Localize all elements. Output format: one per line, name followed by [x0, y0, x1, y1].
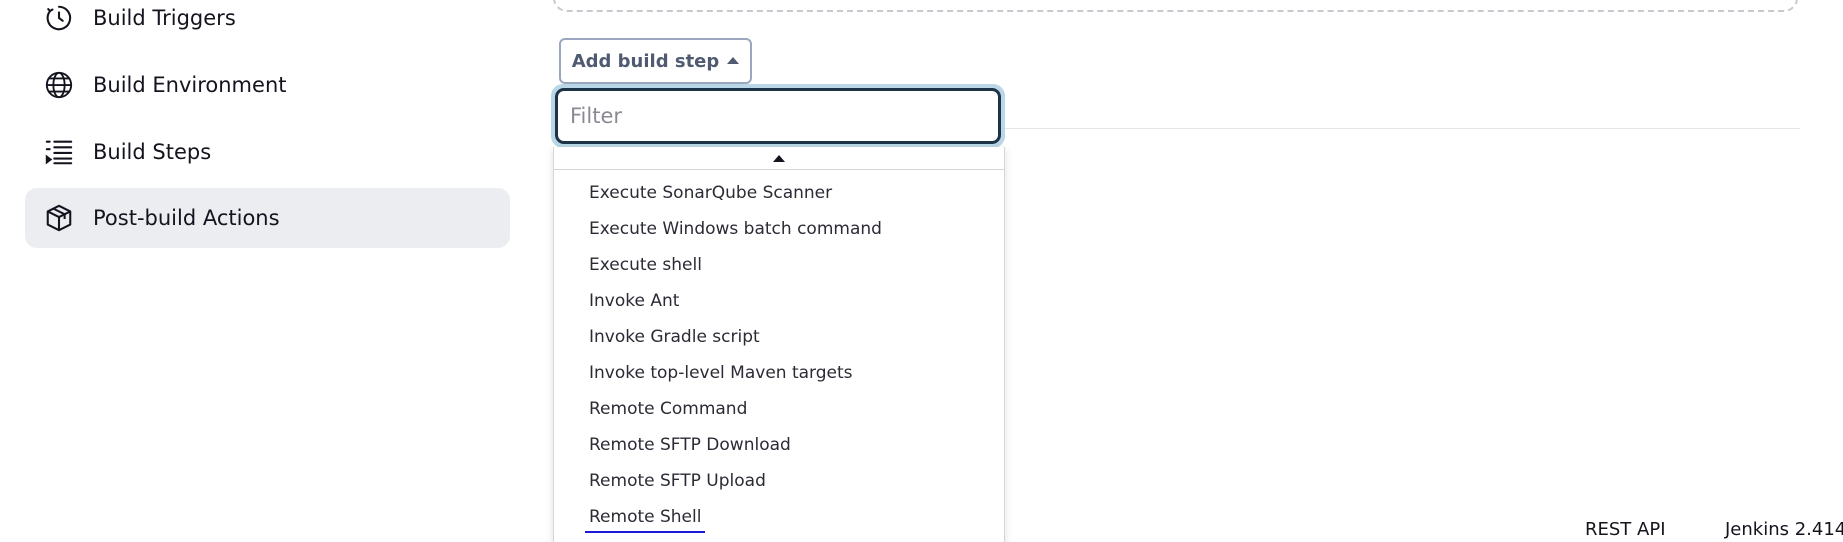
sidebar-item-label: Build Steps	[93, 140, 212, 164]
menu-item-remote-shell[interactable]: Remote Shell	[554, 499, 1004, 535]
sidebar: Build Triggers Build Environment Build S…	[0, 0, 520, 542]
package-icon	[43, 202, 75, 234]
sidebar-item-build-environment[interactable]: Build Environment	[25, 55, 510, 115]
menu-item-invoke-gradle-script[interactable]: Invoke Gradle script	[554, 319, 1004, 355]
menu-item-remote-command[interactable]: Remote Command	[554, 391, 1004, 427]
sidebar-item-label: Build Environment	[93, 73, 287, 97]
triangle-up-icon	[773, 154, 785, 162]
filter-focus-ring	[551, 84, 1005, 148]
menu-item-invoke-ant[interactable]: Invoke Ant	[554, 283, 1004, 319]
menu-item-execute-shell[interactable]: Execute shell	[554, 247, 1004, 283]
rest-api-link[interactable]: REST API	[1585, 519, 1666, 540]
caret-up-icon	[727, 56, 740, 64]
jenkins-version-link[interactable]: Jenkins 2.414.	[1725, 519, 1843, 540]
sidebar-item-post-build-actions[interactable]: Post-build Actions	[25, 188, 510, 248]
scroll-up-button[interactable]	[554, 147, 1004, 170]
jenkins-config-page: Build Triggers Build Environment Build S…	[0, 0, 1843, 542]
menu-item-remote-sftp-upload[interactable]: Remote SFTP Upload	[554, 463, 1004, 499]
sidebar-item-label: Post-build Actions	[93, 206, 280, 230]
build-step-dropdown: Execute SonarQube Scanner Execute Window…	[553, 147, 1005, 542]
globe-icon	[43, 69, 75, 101]
list-icon	[43, 136, 75, 168]
sidebar-item-build-triggers[interactable]: Build Triggers	[25, 0, 510, 48]
build-step-drop-zone	[553, 0, 1798, 12]
sidebar-item-label: Build Triggers	[93, 6, 236, 30]
menu-item-execute-sonarqube-scanner[interactable]: Execute SonarQube Scanner	[554, 175, 1004, 211]
menu-item-invoke-maven-targets[interactable]: Invoke top-level Maven targets	[554, 355, 1004, 391]
menu-item-remote-sftp-download[interactable]: Remote SFTP Download	[554, 427, 1004, 463]
filter-input[interactable]	[555, 88, 1001, 144]
clock-icon	[43, 2, 75, 34]
sidebar-item-build-steps[interactable]: Build Steps	[25, 122, 510, 182]
section-divider	[1003, 128, 1800, 129]
build-step-menu: Execute SonarQube Scanner Execute Window…	[554, 175, 1004, 535]
menu-item-execute-windows-batch[interactable]: Execute Windows batch command	[554, 211, 1004, 247]
add-build-step-button[interactable]: Add build step	[559, 38, 752, 84]
add-build-step-label: Add build step	[571, 50, 720, 72]
